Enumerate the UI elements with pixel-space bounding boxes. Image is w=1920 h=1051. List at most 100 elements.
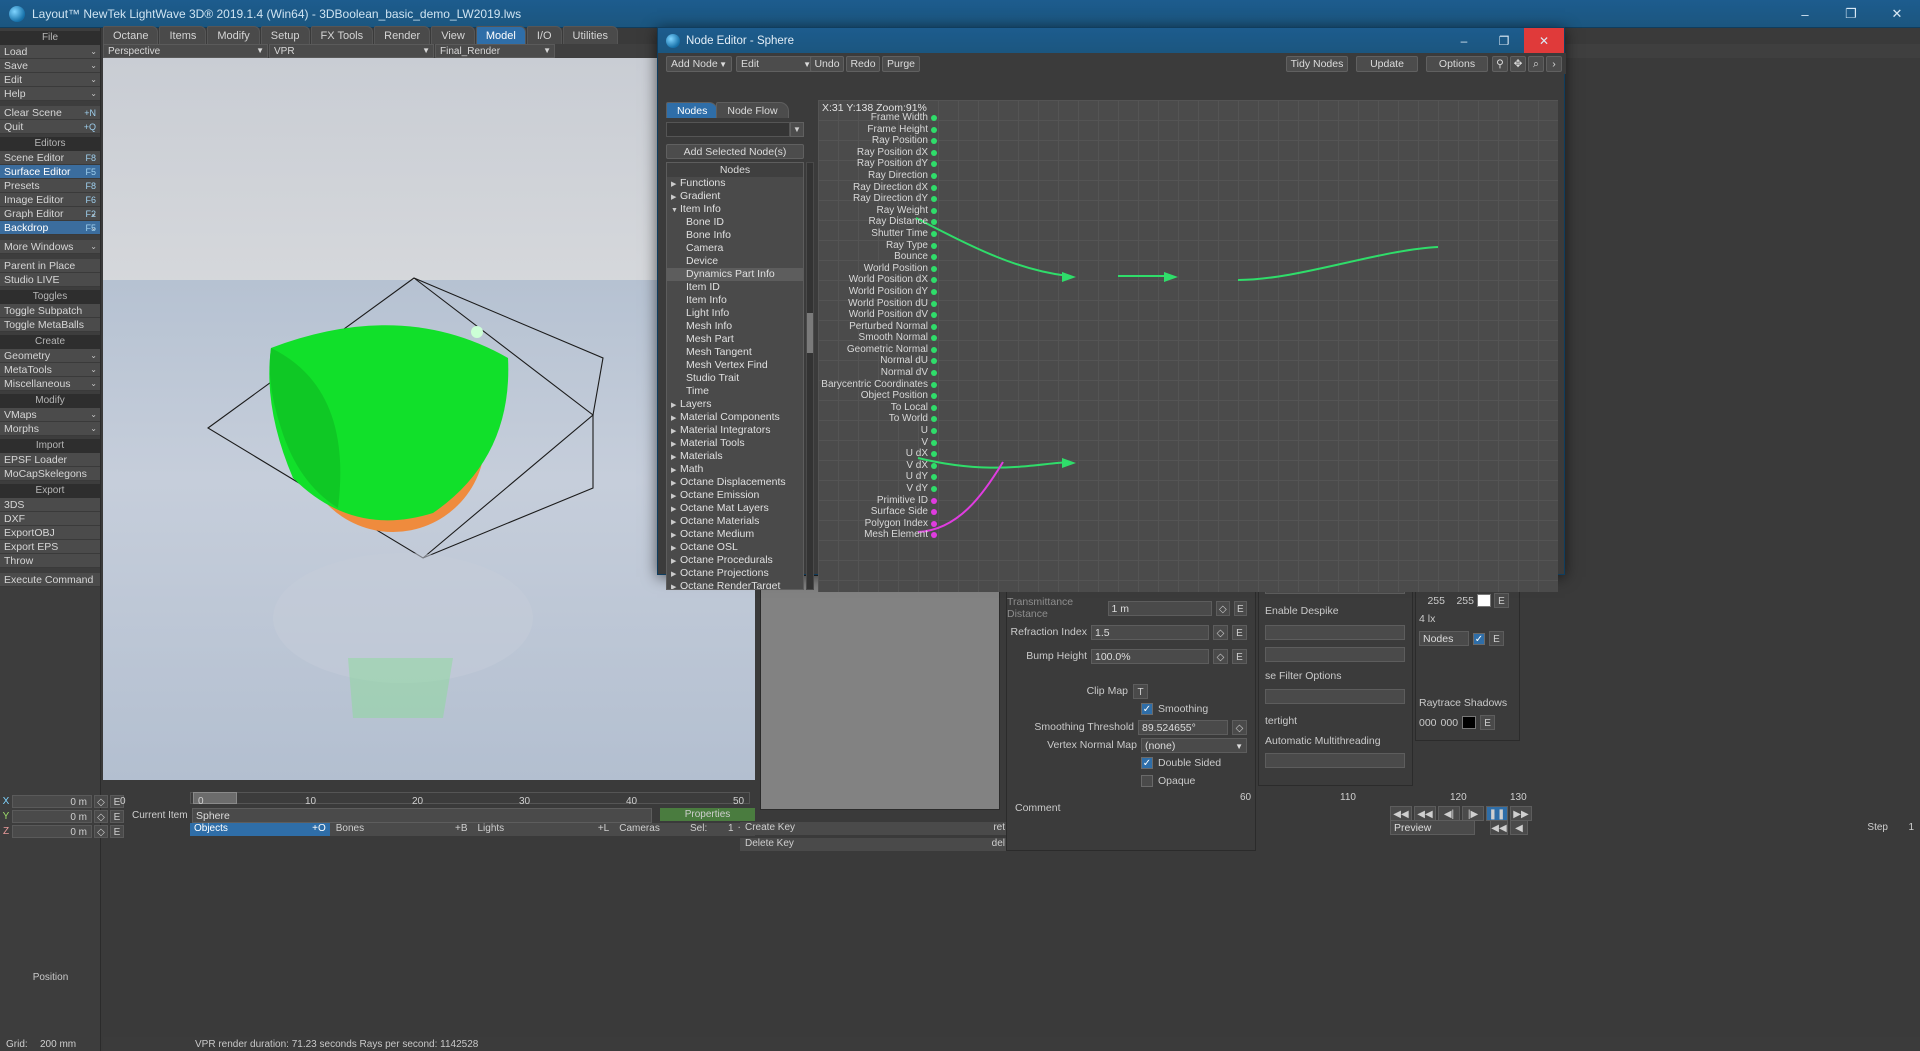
render-field-4[interactable] [1265,689,1405,704]
step-back-button[interactable]: ◀◀ [1414,806,1436,821]
node-editor-maximize-button[interactable]: ❐ [1484,28,1524,53]
dynamics-output-port[interactable] [931,126,937,133]
node-tree-item-functions[interactable]: ▶ Functions [667,177,803,190]
sidebar-item-scene-editor[interactable]: Scene Editor F8 [0,151,100,165]
edit-dropdown[interactable]: Edit ▼ [736,56,816,72]
dynamics-output-port[interactable] [931,381,937,388]
surface-row-spinner[interactable]: ◇ [1213,648,1228,664]
sidebar-item-presets[interactable]: Presets F8 [0,179,100,193]
dynamics-output-port[interactable] [931,474,937,481]
sidebar-item-throw[interactable]: Throw [0,554,100,568]
add-node-dropdown[interactable]: Add Node ▼ [666,56,732,72]
create-key-button[interactable]: Create Key ret [740,822,1010,835]
dynamics-output-port[interactable] [931,196,937,203]
clip-map-toggle[interactable]: T [1133,683,1148,699]
dynamics-output-port[interactable] [931,497,937,504]
dynamics-output-port[interactable] [931,358,937,365]
sidebar-item-miscellaneous[interactable]: Miscellaneous ⌄ [0,377,100,391]
dynamics-output-port[interactable] [931,486,937,492]
render-field-5[interactable] [1265,753,1405,768]
redo-button[interactable]: Redo [846,56,880,72]
dynamics-output-surface-side[interactable]: Surface Side [818,506,938,518]
axis-value-x[interactable]: 0 m [12,794,92,808]
sidebar-item-geometry[interactable]: Geometry ⌄ [0,349,100,363]
node-tree-item-bone-id[interactable]: Bone ID [667,216,803,229]
dynamics-output-port[interactable] [931,300,937,307]
dynamics-output-to-local[interactable]: To Local [818,402,938,414]
node-tree-item-octane-rendertarget[interactable]: ▶ Octane RenderTarget [667,580,803,589]
dynamics-output-mesh-element[interactable]: Mesh Element [818,529,938,541]
sidebar-item-toggle-metaballs[interactable]: Toggle MetaBalls [0,318,100,332]
chevron-right-icon[interactable]: › [1546,56,1562,72]
dynamics-output-frame-height[interactable]: Frame Height [818,124,938,136]
dynamics-output-port[interactable] [931,207,937,214]
play-forward-button[interactable]: |▶ [1462,806,1484,821]
axis-spinner-x[interactable]: ◇ [94,794,108,808]
axis-e-z[interactable]: E [110,824,124,838]
render-field-2[interactable] [1265,625,1405,640]
dynamics-output-port[interactable] [931,428,937,435]
node-tree-item-light-info[interactable]: Light Info [667,307,803,320]
dynamics-output-port[interactable] [931,161,937,168]
scrollbar-thumb[interactable] [807,313,813,353]
dynamics-output-perturbed-normal[interactable]: Perturbed Normal [818,321,938,333]
maximize-button[interactable]: ❐ [1828,0,1874,28]
menu-tab-model[interactable]: Model [475,26,526,44]
node-tree-item-gradient[interactable]: ▶ Gradient [667,190,803,203]
sidebar-item-toggle-subpatch[interactable]: Toggle Subpatch [0,304,100,318]
smoothing-checkbox[interactable]: ✓ [1141,703,1153,715]
dynamics-output-port[interactable] [931,242,937,249]
purge-button[interactable]: Purge [882,56,920,72]
surface-row-spinner[interactable]: ◇ [1213,624,1228,640]
surface-row-e-button[interactable]: E [1233,600,1247,616]
sidebar-item-surface-editor[interactable]: Surface Editor F5 [0,165,100,179]
dynamics-output-v[interactable]: V [818,437,938,449]
axis-spinner-y[interactable]: ◇ [94,809,108,823]
sidebar-item-clear-scene[interactable]: Clear Scene +N [0,106,100,120]
dynamics-output-bounce[interactable]: Bounce [818,251,938,263]
dynamics-part-info-node[interactable]: Frame Width Frame Height Ray Position Ray P… [818,112,938,541]
dynamics-output-u[interactable]: U [818,425,938,437]
sidebar-item-epsf-loader[interactable]: EPSF Loader [0,453,100,467]
dynamics-output-world-position-dy[interactable]: World Position dY [818,286,938,298]
dynamics-output-ray-position-dy[interactable]: Ray Position dY [818,158,938,170]
goto-start-button[interactable]: ◀◀ [1390,806,1412,821]
node-tree-item-layers[interactable]: ▶ Layers [667,398,803,411]
tab-nodes[interactable]: Nodes [666,102,719,118]
move-icon[interactable]: ✥ [1510,56,1526,72]
dynamics-output-u-dy[interactable]: U dY [818,471,938,483]
dynamics-output-smooth-normal[interactable]: Smooth Normal [818,332,938,344]
prev-frame-button[interactable]: ◀ [1510,820,1528,835]
node-tree-item-mesh-part[interactable]: Mesh Part [667,333,803,346]
sidebar-item-more-windows[interactable]: More Windows ⌄ [0,240,100,254]
dynamics-output-port[interactable] [931,416,937,423]
dynamics-output-port[interactable] [931,184,937,191]
nodes-e-button[interactable]: E [1489,631,1504,646]
menu-tab-view[interactable]: View [431,26,475,44]
node-tree-item-octane-mat-layers[interactable]: ▶ Octane Mat Layers [667,502,803,515]
sidebar-item-3ds[interactable]: 3DS [0,498,100,512]
dynamics-output-normal-dv[interactable]: Normal dV [818,367,938,379]
dynamics-output-port[interactable] [931,335,937,342]
dynamics-output-ray-weight[interactable]: Ray Weight [818,205,938,217]
surface-row-e-button[interactable]: E [1232,648,1247,664]
dynamics-output-port[interactable] [931,265,937,272]
dynamics-output-primitive-id[interactable]: Primitive ID [818,495,938,507]
axis-value-z[interactable]: 0 m [12,824,92,838]
node-tree-item-materials[interactable]: ▶ Materials [667,450,803,463]
play-reverse-button[interactable]: ◀| [1438,806,1460,821]
color-swatch[interactable] [1477,594,1491,607]
node-tree-item-octane-medium[interactable]: ▶ Octane Medium [667,528,803,541]
dynamics-output-shutter-time[interactable]: Shutter Time [818,228,938,240]
dynamics-output-port[interactable] [931,393,937,400]
dynamics-output-to-world[interactable]: To World [818,413,938,425]
tidy-nodes-button[interactable]: Tidy Nodes [1286,56,1348,72]
node-tree-item-mesh-tangent[interactable]: Mesh Tangent [667,346,803,359]
search-icon[interactable]: ⌕ [1528,56,1544,72]
undo-button[interactable]: Undo [810,56,844,72]
node-tree-item-item-id[interactable]: Item ID [667,281,803,294]
dynamics-output-port[interactable] [931,254,937,261]
view-select[interactable]: Perspective ▼ [103,44,268,58]
pause-button[interactable]: ❚❚ [1486,806,1508,821]
node-tree-item-time[interactable]: Time [667,385,803,398]
